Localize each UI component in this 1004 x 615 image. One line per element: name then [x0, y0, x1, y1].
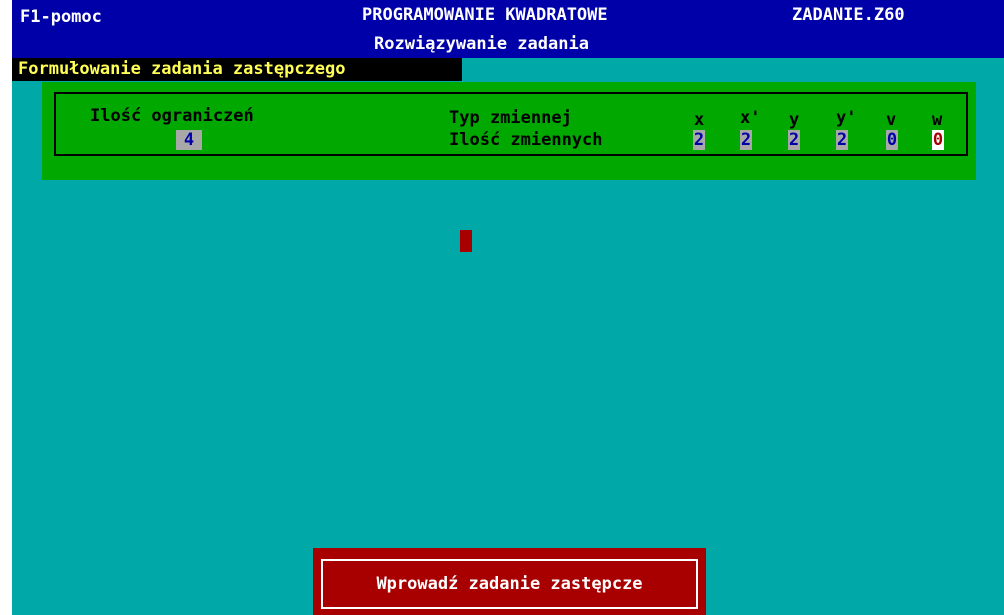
variables-panel: Ilość ograniczeń 4 Typ zmiennej Ilość zm…	[42, 82, 976, 180]
var-header-w: w	[932, 110, 943, 130]
file-name: ZADANIE.Z60	[792, 5, 905, 25]
var-count-y[interactable]: 2	[788, 130, 800, 150]
var-count-x[interactable]: 2	[693, 130, 705, 150]
variable-type-label: Typ zmiennej	[449, 108, 572, 128]
constraints-label: Ilość ograniczeń	[90, 106, 254, 126]
var-count-x-prime[interactable]: 2	[740, 130, 752, 150]
dos-screen: F1-pomoc PROGRAMOWANIE KWADRATOWE ZADANI…	[12, 0, 1004, 615]
var-header-x-prime: x'	[740, 108, 761, 128]
program-title: PROGRAMOWANIE KWADRATOWE	[362, 5, 608, 25]
var-header-v: v	[886, 110, 897, 130]
text-cursor	[460, 230, 472, 252]
var-count-y-prime[interactable]: 2	[836, 130, 848, 150]
help-hint[interactable]: F1-pomoc	[20, 5, 102, 29]
constraints-count-field[interactable]: 4	[176, 130, 202, 150]
variable-count-label: Ilość zmiennych	[449, 130, 603, 150]
enter-substitute-task-button[interactable]: Wprowadź zadanie zastępcze	[323, 561, 696, 607]
header-bar: F1-pomoc PROGRAMOWANIE KWADRATOWE ZADANI…	[12, 0, 1004, 58]
action-panel: Wprowadź zadanie zastępcze	[313, 548, 706, 615]
var-header-x: x	[694, 110, 705, 130]
section-title: Formułowanie zadania zastępczego	[12, 58, 462, 81]
var-count-v[interactable]: 0	[886, 130, 898, 150]
var-header-y: y	[789, 110, 800, 130]
action-panel-frame: Wprowadź zadanie zastępcze	[321, 559, 698, 609]
screen-subtitle: Rozwiązywanie zadania	[374, 34, 589, 54]
var-count-w[interactable]: 0	[932, 130, 944, 150]
var-header-y-prime: y'	[836, 108, 857, 128]
variables-panel-frame: Ilość ograniczeń 4 Typ zmiennej Ilość zm…	[54, 92, 968, 156]
